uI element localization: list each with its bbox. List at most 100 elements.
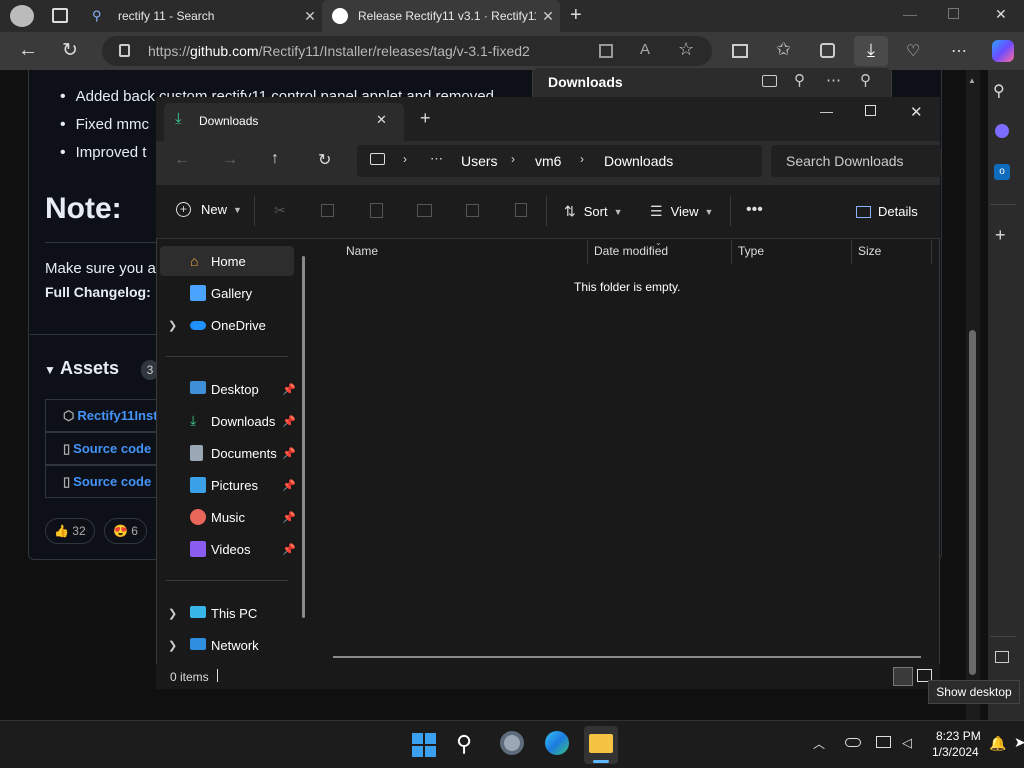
column-divider[interactable] xyxy=(851,240,852,264)
column-header-size[interactable]: Size xyxy=(858,244,881,258)
network-tray-icon[interactable] xyxy=(876,736,891,748)
column-header-date-modified[interactable]: Date modified xyxy=(594,244,668,258)
sort-button[interactable]: ⇅ Sort ▼ xyxy=(564,203,623,220)
reaction-heart-eyes[interactable]: 😍 6 xyxy=(104,518,147,544)
search-icon[interactable]: ⚲ xyxy=(993,81,1005,101)
chevron-right-icon[interactable]: ❯ xyxy=(168,319,177,332)
nav-item-this-pc[interactable]: ❯ This PC xyxy=(160,598,294,628)
nav-item-pictures[interactable]: Pictures 📌 xyxy=(160,470,296,500)
outlook-icon[interactable]: o xyxy=(994,164,1010,180)
asset-source-tar-link[interactable]: ▯ Source code xyxy=(45,465,165,498)
column-divider[interactable] xyxy=(587,240,588,264)
nav-item-gallery[interactable]: Gallery xyxy=(160,278,294,308)
nav-item-videos[interactable]: Videos 📌 xyxy=(160,534,296,564)
tab-actions-icon[interactable] xyxy=(52,8,68,23)
breadcrumb-item[interactable]: Downloads xyxy=(604,153,673,169)
chevron-right-icon[interactable]: ❯ xyxy=(168,607,177,620)
copilot-icon[interactable] xyxy=(992,40,1014,62)
new-tab-button[interactable]: + xyxy=(420,108,431,129)
close-tab-icon[interactable]: ✕ xyxy=(536,8,560,25)
maximize-button[interactable] xyxy=(865,105,876,116)
close-window-button[interactable]: ✕ xyxy=(910,103,923,121)
page-scroll-thumb[interactable] xyxy=(969,330,976,675)
downloads-toolbar-button[interactable]: ⤓ xyxy=(854,36,888,66)
paste-icon[interactable] xyxy=(370,203,383,218)
favorite-icon[interactable]: ☆ xyxy=(678,39,694,60)
tab-search[interactable]: ⚲ rectify 11 - Search ✕ xyxy=(82,0,322,32)
nav-pane-scrollbar[interactable] xyxy=(302,256,305,618)
read-aloud-icon[interactable]: A xyxy=(640,41,650,58)
start-button[interactable] xyxy=(412,733,436,757)
minimize-button[interactable]: — xyxy=(903,6,917,22)
nav-item-downloads[interactable]: ⤓ Downloads 📌 xyxy=(160,406,296,436)
copilot-sidebar-icon[interactable] xyxy=(995,124,1009,138)
close-tab-icon[interactable]: ✕ xyxy=(298,8,322,25)
cut-icon[interactable]: ✂ xyxy=(274,202,286,219)
nav-item-music[interactable]: Music 📌 xyxy=(160,502,296,532)
nav-item-desktop[interactable]: Desktop 📌 xyxy=(160,374,296,404)
open-folder-icon[interactable] xyxy=(762,75,777,87)
refresh-icon[interactable]: ↻ xyxy=(62,39,78,62)
refresh-icon[interactable]: ↻ xyxy=(318,150,331,170)
nav-item-documents[interactable]: Documents 📌 xyxy=(160,438,296,468)
file-list-scrollbar[interactable] xyxy=(333,656,921,658)
share-icon[interactable] xyxy=(466,204,479,217)
breadcrumb-item[interactable]: vm6 xyxy=(535,153,561,169)
search-icon[interactable]: ⚲ xyxy=(794,71,805,89)
column-header-type[interactable]: Type xyxy=(738,244,764,258)
asset-installer-link[interactable]: ⬡ Rectify11Inst xyxy=(45,399,165,432)
show-hidden-icons-icon[interactable]: ︿ xyxy=(813,735,825,752)
add-sidebar-app-icon[interactable]: + xyxy=(995,225,1006,246)
asset-source-zip-link[interactable]: ▯ Source code xyxy=(45,432,165,465)
new-button[interactable]: + New ▼ xyxy=(176,202,242,217)
back-icon[interactable]: ← xyxy=(18,39,38,62)
tab-release[interactable]: Release Rectify11 v3.1 · Rectify11 ✕ xyxy=(322,0,560,32)
chevron-right-icon[interactable]: › xyxy=(580,152,584,166)
more-options-icon[interactable]: ⋯ xyxy=(826,71,841,89)
nav-item-home[interactable]: ⌂ Home xyxy=(160,246,294,276)
see-more-icon[interactable]: ••• xyxy=(746,201,763,219)
assets-heading[interactable]: Assets xyxy=(60,358,119,379)
split-screen-icon[interactable] xyxy=(732,44,748,58)
reaction-thumbs-up[interactable]: 👍 32 xyxy=(45,518,95,544)
more-locations-icon[interactable]: ⋯ xyxy=(430,151,443,167)
clock-time[interactable]: 8:23 PM xyxy=(936,729,981,743)
chevron-right-icon[interactable]: ❯ xyxy=(168,639,177,652)
copy-icon[interactable] xyxy=(321,204,334,217)
close-tab-icon[interactable]: ✕ xyxy=(376,112,387,128)
breadcrumb-item[interactable]: Users xyxy=(461,153,498,169)
volume-tray-icon[interactable]: ◁ xyxy=(902,735,912,751)
minimize-button[interactable]: — xyxy=(820,104,833,119)
delete-icon[interactable] xyxy=(515,203,527,217)
new-tab-button[interactable]: + xyxy=(570,4,582,27)
assets-toggle-icon[interactable]: ▼ xyxy=(44,363,56,377)
scroll-up-arrow[interactable]: ▲ xyxy=(968,76,976,85)
more-options-icon[interactable]: ⋯ xyxy=(951,41,967,61)
column-header-name[interactable]: Name xyxy=(346,244,378,258)
nav-item-network[interactable]: ❯ Network xyxy=(160,630,294,660)
collections-icon[interactable] xyxy=(820,43,835,58)
taskbar-search-icon[interactable]: ⚲ xyxy=(456,731,472,757)
edge-icon[interactable] xyxy=(545,731,569,755)
app-available-icon[interactable] xyxy=(599,44,613,58)
rename-icon[interactable] xyxy=(417,204,432,217)
column-divider[interactable] xyxy=(931,240,932,264)
chevron-right-icon[interactable]: › xyxy=(403,152,407,166)
clock-date[interactable]: 1/3/2024 xyxy=(932,745,979,759)
details-button[interactable]: Details xyxy=(856,204,918,219)
favorites-icon[interactable]: ✩ xyxy=(776,39,791,60)
details-view-button[interactable] xyxy=(893,667,913,686)
browser-essentials-icon[interactable]: ♡ xyxy=(906,41,920,61)
onedrive-tray-icon[interactable] xyxy=(845,738,861,747)
column-divider[interactable] xyxy=(731,240,732,264)
pin-icon[interactable]: ⚲ xyxy=(860,71,871,89)
forward-icon[interactable]: → xyxy=(222,151,238,169)
back-icon[interactable]: ← xyxy=(174,151,190,169)
notification-bell-icon[interactable]: 🔔 xyxy=(989,735,1006,752)
settings-icon[interactable] xyxy=(500,731,524,755)
hide-sidebar-icon[interactable] xyxy=(995,651,1009,663)
view-button[interactable]: ☰ View ▼ xyxy=(650,203,713,220)
up-icon[interactable]: ↑ xyxy=(271,150,279,168)
close-window-button[interactable]: ✕ xyxy=(995,6,1007,23)
chevron-right-icon[interactable]: › xyxy=(511,152,515,166)
